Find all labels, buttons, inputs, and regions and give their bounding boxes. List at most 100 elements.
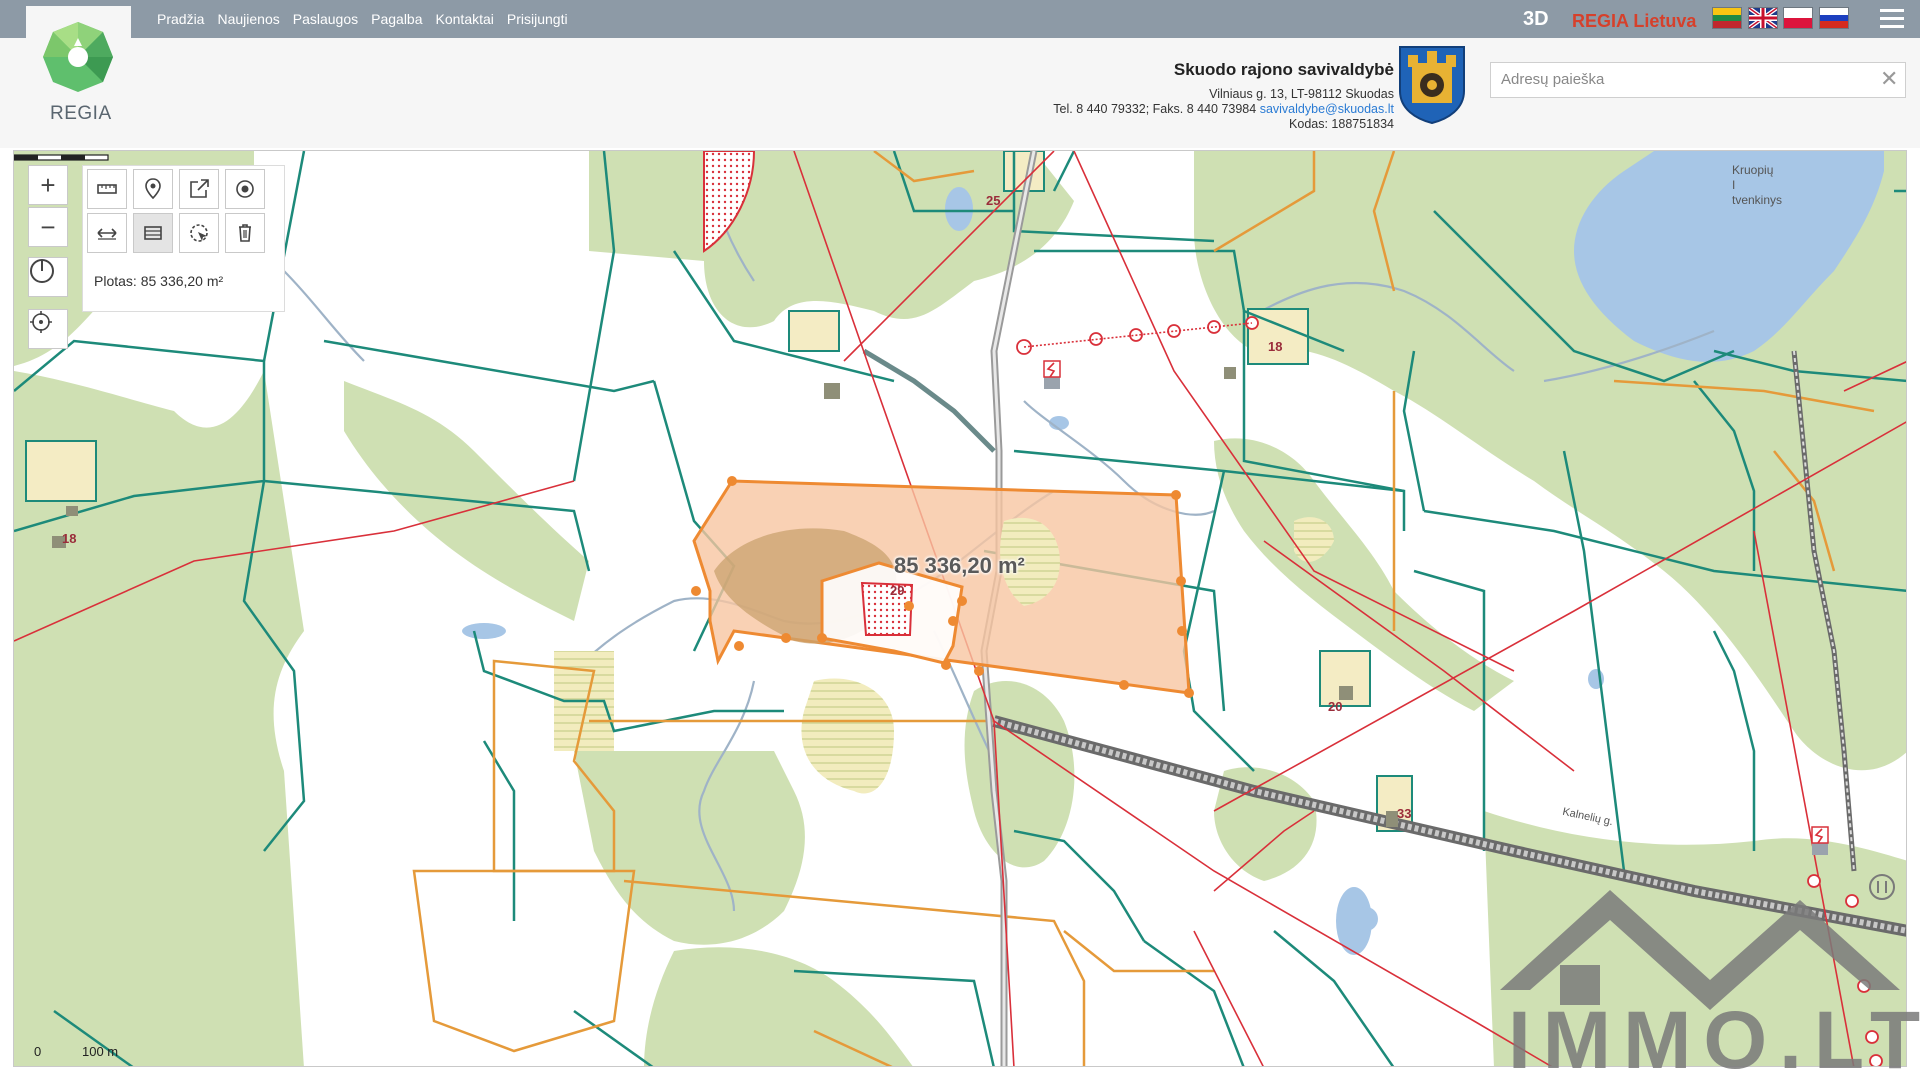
measure-vertex[interactable] (691, 586, 701, 596)
immo-watermark-text: IMMO.LT (1508, 995, 1920, 1086)
measure-vertex[interactable] (1177, 626, 1187, 636)
pond (462, 623, 506, 639)
measure-vertex[interactable] (817, 633, 827, 643)
ru-flag-icon[interactable] (1819, 7, 1849, 29)
parcel-number: 33 (1397, 806, 1412, 821)
crosshair-icon (30, 311, 52, 333)
measure-vertex[interactable] (1184, 688, 1194, 698)
building (1224, 367, 1236, 379)
mode-3d-button[interactable]: 3D (1523, 8, 1549, 31)
address-search-input[interactable]: Adresų paieška (1490, 62, 1906, 98)
select-tool-button[interactable] (179, 213, 219, 253)
ruler-icon (97, 184, 117, 194)
municipality-contacts: Tel. 8 440 79332; Faks. 8 440 73984 savi… (1053, 102, 1394, 116)
area-tool-button[interactable] (133, 213, 173, 253)
export-tool-button[interactable] (179, 169, 219, 209)
lake-label-line: Kruopių (1732, 163, 1774, 177)
municipality-email-link[interactable]: savivaldybe@skuodas.lt (1260, 102, 1394, 116)
parcel-boundary (482, 740, 516, 921)
building (824, 383, 840, 399)
nav-paslaugos[interactable]: Paslaugos (293, 11, 358, 27)
measure-vertex[interactable] (781, 633, 791, 643)
forest-area (574, 751, 805, 945)
zoom-in-button[interactable]: + (28, 165, 68, 205)
municipality-name: Skuodo rajono savivaldybė (1173, 60, 1394, 79)
power-pole (1207, 320, 1221, 334)
building (1044, 377, 1060, 389)
measure-vertex[interactable] (941, 660, 951, 670)
en-flag-icon[interactable] (1747, 6, 1779, 30)
orange-parcel (412, 869, 636, 1053)
wetland (801, 678, 894, 794)
parcel-number: 25 (986, 193, 1001, 208)
road-local (862, 348, 996, 453)
parcel-number: 18 (62, 531, 77, 546)
compass-button[interactable] (28, 257, 68, 297)
top-bar: Pradžia Naujienos Paslaugos Pagalba Kont… (0, 0, 1920, 38)
stream (283, 270, 365, 362)
municipality-crest-icon (1399, 46, 1465, 125)
measure-vertex[interactable] (957, 596, 967, 606)
measure-vertex[interactable] (904, 601, 914, 611)
nav-kontaktai[interactable]: Kontaktai (436, 11, 494, 27)
measure-vertex[interactable] (1171, 490, 1181, 500)
nav-prisijungti[interactable]: Prisijungti (507, 11, 568, 27)
pond (1354, 907, 1378, 931)
measured-area-label: 85 336,20 m² (894, 553, 1025, 578)
nav-pagalba[interactable]: Pagalba (371, 11, 422, 27)
building (1339, 686, 1353, 700)
point-tool-button[interactable] (225, 169, 265, 209)
measure-vertex[interactable] (734, 641, 744, 651)
export-icon (190, 179, 209, 198)
municipality-phone: Tel. 8 440 79332; Faks. 8 440 73984 (1053, 102, 1257, 116)
parcel-boundary (1712, 630, 1756, 851)
logo-text: REGIA (50, 103, 112, 124)
trash-icon (239, 224, 251, 242)
measure-vertex[interactable] (974, 666, 984, 676)
compass-icon (30, 259, 54, 283)
lake-label: Kruopių I tvenkinys (1732, 163, 1782, 208)
target-icon (236, 180, 254, 198)
clear-search-icon[interactable]: ✕ (1880, 68, 1898, 90)
lt-flag-icon[interactable] (1712, 7, 1742, 29)
select-cursor-icon (190, 224, 208, 242)
parcel-boundary (1143, 939, 1245, 1066)
zoom-out-button[interactable]: − (28, 207, 68, 247)
regia-logo-icon[interactable] (41, 20, 115, 94)
lake-label-line: tvenkinys (1732, 193, 1783, 207)
forest-area (644, 947, 913, 1066)
parcel-number: 29 (890, 583, 905, 598)
measure-vertex[interactable] (1176, 576, 1186, 586)
parcel-boundary (1273, 930, 1395, 1066)
parcel-boundary (1052, 151, 1076, 192)
measure-vertex[interactable] (1119, 680, 1129, 690)
nav-pradzia[interactable]: Pradžia (157, 11, 204, 27)
scale-bar (14, 154, 109, 161)
parcel-boundary (1413, 569, 1486, 851)
locate-button[interactable] (28, 309, 68, 349)
measure-vertex[interactable] (948, 616, 958, 626)
menu-icon[interactable] (1880, 9, 1904, 29)
homestead-parcel (25, 440, 97, 502)
orange-parcel (1063, 930, 1214, 973)
pl-flag-icon[interactable] (1783, 7, 1813, 29)
lake-label-line: I (1732, 178, 1736, 192)
municipality-code: Kodas: 188751834 (1289, 117, 1394, 131)
parcel-boundary (323, 339, 655, 393)
area-readout: Plotas: 85 336,20 m² (94, 273, 224, 289)
measure-vertex[interactable] (727, 476, 737, 486)
main-nav: Pradžia Naujienos Paslaugos Pagalba Kont… (157, 0, 568, 38)
brand-label[interactable]: REGIA Lietuva (1572, 11, 1696, 32)
marker-tool-button[interactable] (133, 169, 173, 209)
building (66, 506, 78, 516)
delete-tool-button[interactable] (225, 213, 265, 253)
homestead-parcel (788, 310, 840, 352)
distance-icon (97, 228, 117, 240)
area-icon (144, 226, 162, 240)
nav-naujienos[interactable]: Naujienos (217, 11, 279, 27)
municipality-address: Vilniaus g. 13, LT-98112 Skuodas (1209, 87, 1394, 101)
power-pole (1167, 324, 1181, 338)
measure-tool-button[interactable] (87, 169, 127, 209)
parcel-number: 20 (1328, 699, 1343, 714)
distance-tool-button[interactable] (87, 213, 127, 253)
